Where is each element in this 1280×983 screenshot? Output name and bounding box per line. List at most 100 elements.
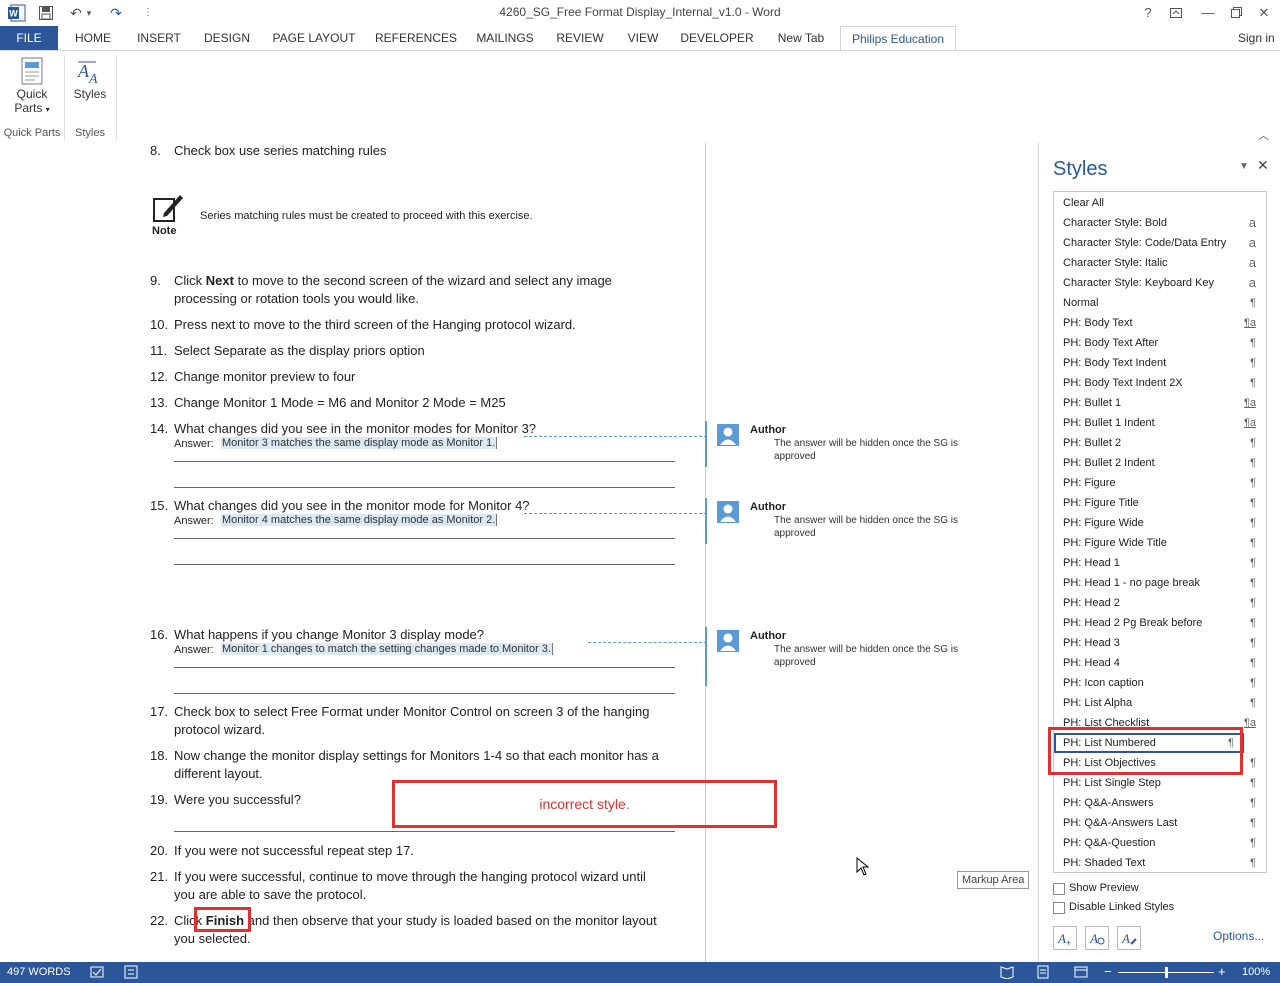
style-item[interactable]: PH: Icon caption ¶	[1054, 673, 1266, 693]
style-item[interactable]: PH: Head 1 - no page break ¶	[1054, 573, 1266, 593]
answer-value[interactable]: Monitor 3 matches the same display mode …	[221, 437, 498, 449]
style-item[interactable]: PH: Shaded Text ¶	[1054, 853, 1266, 872]
tab-file[interactable]: FILE	[0, 26, 58, 50]
style-item[interactable]: PH: Bullet 1 Indent ¶a	[1054, 413, 1266, 433]
restore-icon[interactable]	[1224, 3, 1248, 23]
style-item[interactable]: PH: Q&A-Answers ¶	[1054, 793, 1266, 813]
tab-review[interactable]: REVIEW	[552, 26, 608, 50]
list-number: 8.	[150, 143, 161, 158]
comment-text[interactable]: The answer will be hidden once the SG is…	[774, 643, 984, 669]
style-name: Clear All	[1063, 197, 1104, 209]
zoom-out-icon[interactable]: −	[1104, 964, 1112, 979]
tab-references[interactable]: REFERENCES	[374, 26, 458, 50]
disable-linked-styles-checkbox[interactable]: Disable Linked Styles	[1053, 900, 1265, 916]
tab-mailings[interactable]: MAILINGS	[472, 26, 538, 50]
zoom-slider-thumb[interactable]	[1165, 967, 1168, 978]
style-item[interactable]: Character Style: Bold a	[1054, 213, 1266, 233]
ribbon: Quick Parts ▾ Quick Parts AA Styles Styl…	[0, 50, 1280, 144]
web-layout-icon[interactable]	[1074, 965, 1088, 979]
style-item[interactable]: PH: Head 2 ¶	[1054, 593, 1266, 613]
style-type-icon: ¶	[1250, 797, 1256, 809]
style-item[interactable]: PH: Bullet 2 ¶	[1054, 433, 1266, 453]
style-item[interactable]: PH: Bullet 2 Indent ¶	[1054, 453, 1266, 473]
tab-view[interactable]: VIEW	[622, 26, 664, 50]
comment-text[interactable]: The answer will be hidden once the SG is…	[774, 437, 984, 463]
show-preview-checkbox[interactable]: Show Preview	[1053, 881, 1265, 897]
style-item[interactable]: PH: Body Text Indent ¶	[1054, 353, 1266, 373]
close-pane-icon[interactable]: ✕	[1257, 157, 1269, 174]
ribbon-display-icon[interactable]	[1164, 3, 1188, 23]
minimize-icon[interactable]: —	[1196, 3, 1220, 23]
style-item[interactable]: PH: Head 4 ¶	[1054, 653, 1266, 673]
style-item[interactable]: Normal ¶	[1054, 293, 1266, 313]
comment-connector	[588, 642, 707, 643]
new-style-icon[interactable]: A +	[1053, 926, 1077, 950]
style-item[interactable]: Character Style: Keyboard Key a	[1054, 273, 1266, 293]
list-number: 12.	[150, 369, 169, 384]
tab-home[interactable]: HOME	[68, 26, 118, 50]
style-item[interactable]: PH: Q&A-Question ¶	[1054, 833, 1266, 853]
tab-developer[interactable]: DEVELOPER	[678, 26, 756, 50]
list-number: 17.	[150, 704, 169, 719]
document-area[interactable]: 8. Check box use series matching rules N…	[0, 143, 1038, 962]
tab-insert[interactable]: INSERT	[132, 26, 186, 50]
help-button[interactable]: ?	[1136, 3, 1160, 23]
tab-design[interactable]: DESIGN	[200, 26, 254, 50]
macro-icon[interactable]	[124, 965, 138, 979]
answer-line	[174, 461, 675, 462]
style-name: Character Style: Keyboard Key	[1063, 277, 1215, 289]
style-item[interactable]: PH: Q&A-Answers Last ¶	[1054, 813, 1266, 833]
style-item[interactable]: PH: Figure Title ¶	[1054, 493, 1266, 513]
style-item[interactable]: PH: Head 3 ¶	[1054, 633, 1266, 653]
annotation-text: incorrect style.	[539, 796, 630, 812]
answer-label: Answer:	[174, 438, 214, 450]
style-item[interactable]: PH: Body Text ¶a	[1054, 313, 1266, 333]
style-inspector-icon[interactable]: A	[1085, 926, 1109, 950]
word-count[interactable]: 497 WORDS	[7, 966, 71, 978]
style-name: PH: Q&A-Answers	[1063, 797, 1154, 809]
close-icon[interactable]: ✕	[1252, 3, 1276, 23]
style-item[interactable]: PH: List Alpha ¶	[1054, 693, 1266, 713]
comment-text[interactable]: The answer will be hidden once the SG is…	[774, 514, 984, 540]
style-item[interactable]: Character Style: Italic a	[1054, 253, 1266, 273]
style-item[interactable]: PH: Head 1 ¶	[1054, 553, 1266, 573]
style-type-icon: a	[1248, 275, 1256, 290]
zoom-level[interactable]: 100%	[1242, 966, 1270, 978]
style-item[interactable]: PH: Figure Wide Title ¶	[1054, 533, 1266, 553]
style-item[interactable]: PH: List Single Step ¶	[1054, 773, 1266, 793]
styles-button[interactable]: AA Styles	[70, 55, 110, 115]
answer-value[interactable]: Monitor 1 changes to match the setting c…	[221, 643, 553, 655]
style-item[interactable]: Clear All	[1054, 193, 1266, 213]
avatar-icon	[717, 501, 739, 523]
comment-connector	[524, 513, 707, 514]
style-item[interactable]: PH: Figure Wide ¶	[1054, 513, 1266, 533]
note-icon	[152, 191, 183, 223]
pane-options-chevron-icon[interactable]: ▼	[1239, 161, 1249, 172]
tab-philips-education[interactable]: Philips Education	[840, 26, 956, 50]
zoom-in-icon[interactable]: +	[1218, 964, 1226, 979]
print-layout-icon[interactable]	[1036, 965, 1050, 979]
quick-parts-button[interactable]: Quick Parts ▾	[6, 55, 58, 123]
collapse-ribbon-icon[interactable]: ︿	[1258, 127, 1269, 143]
sign-in-link[interactable]: Sign in	[1238, 26, 1280, 50]
list-number: 20.	[150, 843, 169, 858]
answer-value[interactable]: Monitor 4 matches the same display mode …	[221, 514, 498, 526]
list-number: 21.	[150, 869, 169, 884]
manage-styles-icon[interactable]: A	[1117, 926, 1141, 950]
read-mode-icon[interactable]	[1000, 965, 1014, 980]
disable-linked-label: Disable Linked Styles	[1069, 901, 1175, 913]
tab-page-layout[interactable]: PAGE LAYOUT	[268, 26, 360, 50]
proofing-icon[interactable]	[90, 965, 104, 979]
style-item[interactable]: PH: Body Text After ¶	[1054, 333, 1266, 353]
style-item[interactable]: PH: Body Text Indent 2X ¶	[1054, 373, 1266, 393]
style-type-icon: ¶	[1250, 357, 1256, 369]
tab-new-tab[interactable]: New Tab	[770, 26, 832, 50]
comment-bar	[705, 421, 707, 467]
style-type-icon: ¶	[1250, 637, 1256, 649]
style-type-icon: a	[1248, 235, 1256, 250]
options-link[interactable]: Options...	[1213, 929, 1264, 943]
style-item[interactable]: Character Style: Code/Data Entry a	[1054, 233, 1266, 253]
style-item[interactable]: PH: Head 2 Pg Break before ¶	[1054, 613, 1266, 633]
style-item[interactable]: PH: Figure ¶	[1054, 473, 1266, 493]
style-item[interactable]: PH: Bullet 1 ¶a	[1054, 393, 1266, 413]
